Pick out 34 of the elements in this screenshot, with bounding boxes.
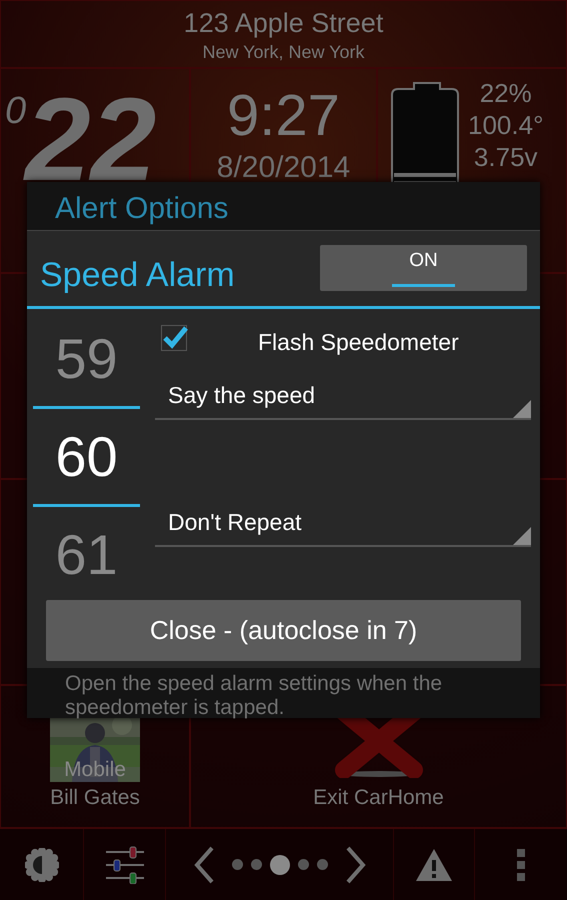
warning-icon[interactable]	[415, 848, 453, 882]
number-picker-value[interactable]: 59	[55, 316, 118, 400]
city-label: New York, New York	[201, 41, 366, 64]
close-button[interactable]: Close - (autoclose in 7)	[46, 600, 521, 661]
dialog-title: Speed Alarm	[40, 255, 235, 296]
page-indicator-dot[interactable]	[250, 859, 262, 870]
battery-stat: 22%	[480, 78, 532, 108]
page-indicator-dot[interactable]	[270, 854, 290, 874]
date-label: 8/20/2014	[216, 151, 350, 184]
dropdown[interactable]: Don't Repeat	[155, 501, 531, 547]
checkbox[interactable]	[161, 325, 187, 351]
checkbox-label: Flash Speedometer	[258, 328, 459, 357]
page-indicator-dot[interactable]	[316, 859, 328, 870]
battery-stat: 100.4°	[468, 110, 544, 140]
dropdown[interactable]: Say the speed	[155, 374, 531, 420]
chevron-left-icon[interactable]	[192, 844, 216, 884]
clock-time: 9:27	[226, 87, 341, 145]
page-indicator-dot[interactable]	[232, 859, 242, 870]
equalizer-icon[interactable]	[104, 846, 144, 884]
exit-label: Exit CarHome	[313, 784, 444, 810]
dropdown-corner-icon	[513, 400, 531, 418]
overflow-menu-icon[interactable]	[517, 848, 525, 880]
brightness-icon[interactable]	[24, 848, 58, 882]
toggle-button[interactable]: ON	[320, 245, 527, 291]
phone-type-label: Mobile	[63, 758, 127, 782]
page-indicator-dot[interactable]	[298, 859, 308, 870]
number-picker-value[interactable]: 60	[55, 414, 118, 498]
contact-name: Bill Gates	[50, 784, 140, 810]
street-address: 123 Apple Street	[182, 7, 384, 39]
chevron-right-icon[interactable]	[344, 844, 368, 884]
dropdown-corner-icon	[513, 527, 531, 545]
dialog-title: Alert Options	[55, 192, 228, 226]
number-picker-value[interactable]: 61	[55, 512, 118, 596]
battery-stat: 3.75v	[474, 142, 538, 172]
